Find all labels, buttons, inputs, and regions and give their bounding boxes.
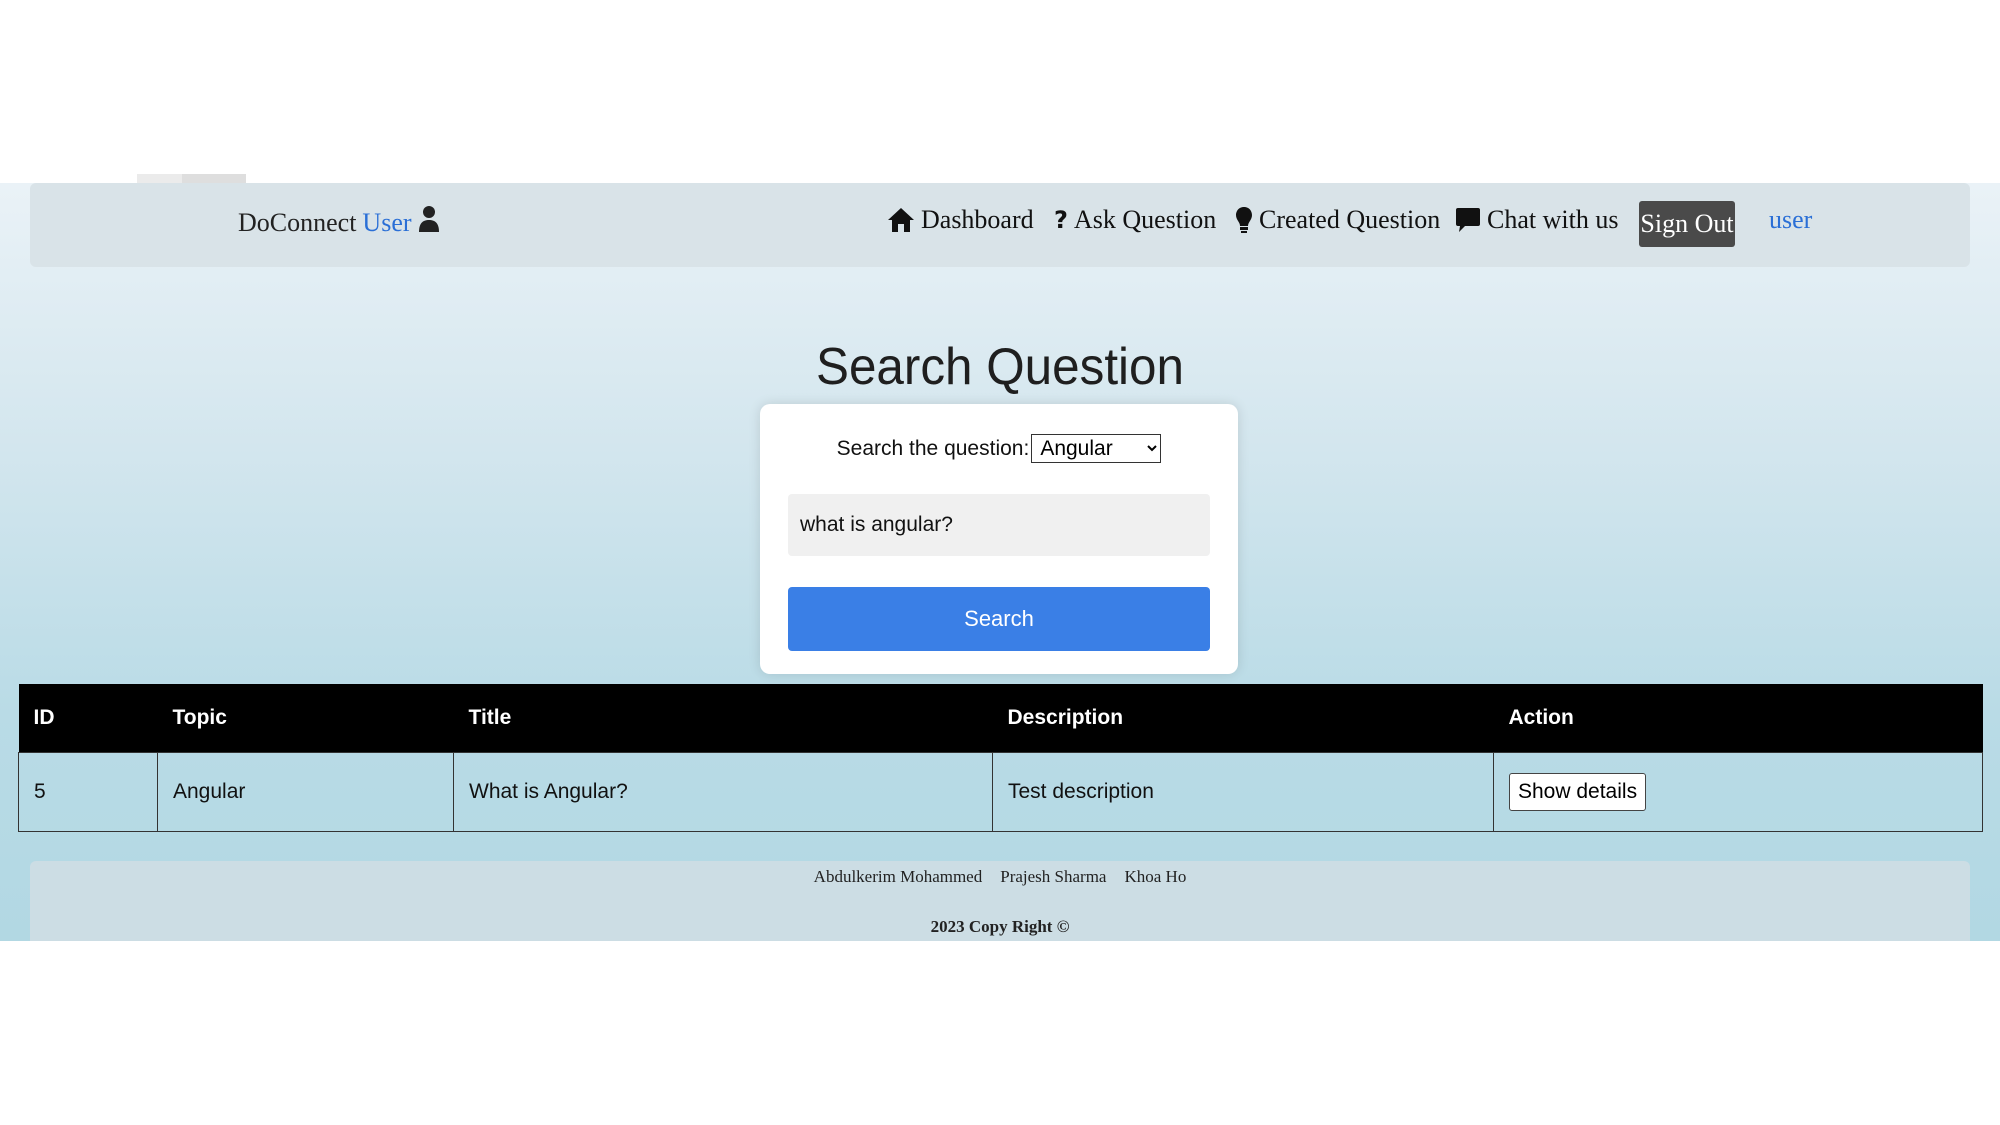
nav-ask-question-label: Ask Question	[1073, 205, 1217, 234]
browser-tab-stub-active	[182, 174, 246, 183]
brand-name: DoConnect	[238, 207, 357, 237]
sign-out-button[interactable]: Sign Out	[1639, 201, 1735, 247]
cell-topic: Angular	[157, 752, 454, 832]
user-icon	[418, 205, 440, 240]
brand[interactable]: DoConnect User	[238, 205, 440, 240]
nav-chat-with-us[interactable]: Chat with us	[1455, 205, 1618, 235]
footer-author: Prajesh Sharma	[1000, 867, 1107, 886]
nav-chat-label: Chat with us	[1487, 205, 1619, 234]
browser-tab-stub	[137, 174, 182, 183]
home-icon	[887, 206, 915, 234]
brand-user-label: User	[362, 207, 412, 237]
question-search-input[interactable]	[788, 494, 1210, 556]
question-icon: ?	[1054, 206, 1068, 234]
header-description: Description	[992, 684, 1494, 753]
footer-copyright: 2023 Copy Right ©	[930, 917, 1070, 936]
search-button[interactable]: Search	[788, 587, 1210, 651]
chat-icon	[1455, 206, 1481, 234]
show-details-button[interactable]: Show details	[1509, 773, 1647, 811]
cell-description: Test description	[992, 752, 1494, 832]
lightbulb-icon	[1235, 206, 1253, 234]
topic-select[interactable]: Angular	[1031, 434, 1162, 463]
cell-action: Show details	[1493, 752, 1983, 832]
page-title: Search Question	[816, 338, 1184, 396]
results-table: ID Topic Title Description Action 5 Angu…	[18, 684, 1983, 832]
header-id: ID	[18, 684, 158, 753]
footer-authors: Abdulkerim Mohammed Prajesh Sharma Khoa …	[30, 867, 1970, 887]
nav-ask-question[interactable]: ? Ask Question	[1054, 205, 1216, 235]
user-profile-link[interactable]: user	[1769, 205, 1812, 235]
nav-created-question-label: Created Question	[1259, 205, 1441, 234]
footer-author: Abdulkerim Mohammed	[813, 867, 983, 886]
header-title: Title	[453, 684, 993, 753]
table-header-row: ID Topic Title Description Action	[18, 684, 1983, 753]
app-container: DoConnect User Dashboard ? Ask Question	[0, 183, 2000, 941]
search-topic-row: Search the question: Angular	[760, 434, 1238, 463]
search-card: Search the question: Angular Search	[760, 404, 1238, 674]
table-row: 5 Angular What is Angular? Test descript…	[18, 752, 1983, 832]
nav-dashboard-label: Dashboard	[921, 205, 1034, 234]
header-topic: Topic	[157, 684, 454, 753]
footer: Abdulkerim Mohammed Prajesh Sharma Khoa …	[30, 861, 1970, 941]
header-action: Action	[1493, 684, 1983, 753]
cell-id: 5	[18, 752, 158, 832]
search-topic-label: Search the question:	[836, 436, 1030, 460]
nav-dashboard[interactable]: Dashboard	[887, 205, 1034, 235]
cell-title: What is Angular?	[453, 752, 993, 832]
nav-created-question[interactable]: Created Question	[1235, 205, 1440, 235]
footer-author: Khoa Ho	[1124, 867, 1187, 886]
navbar: DoConnect User Dashboard ? Ask Question	[30, 183, 1970, 267]
